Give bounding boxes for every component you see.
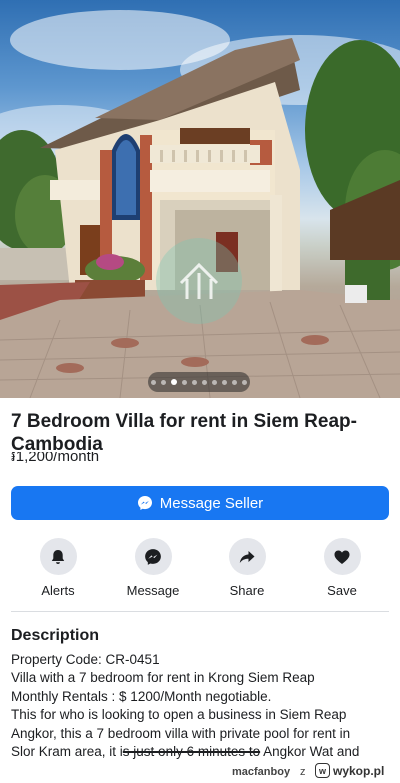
description-body: Property Code: CR-0451 Villa with a 7 be…	[11, 651, 396, 761]
villa-photo-illustration	[0, 10, 400, 398]
pager-dot[interactable]	[192, 379, 197, 385]
share-button[interactable]: Share	[207, 538, 287, 598]
house-logo-icon	[179, 262, 219, 299]
watermark-logo	[156, 238, 242, 324]
section-divider	[11, 611, 389, 612]
image-watermark-footer: macfanboy z w wykop.pl	[0, 760, 400, 783]
action-bar: Alerts Message Share Save	[0, 538, 400, 600]
pager-dot[interactable]	[161, 379, 166, 385]
description-text: Angkor Wat and	[260, 744, 360, 760]
alerts-button[interactable]: Alerts	[18, 538, 98, 598]
pager-dot[interactable]	[182, 379, 187, 385]
message-button[interactable]: Message	[113, 538, 193, 598]
listing-title: 7 Bedroom Villa for rent in Siem Reap-Ca…	[11, 411, 357, 455]
watermark-separator: z	[300, 766, 306, 778]
messenger-icon	[137, 495, 153, 511]
message-seller-label: Message Seller	[159, 494, 264, 512]
message-seller-button[interactable]: Message Seller	[11, 486, 389, 520]
listing-photo[interactable]	[0, 0, 400, 398]
pager-dot[interactable]	[212, 379, 217, 385]
pager-dot[interactable]	[222, 379, 227, 385]
pager-dot[interactable]	[242, 379, 247, 385]
pager-dot[interactable]	[171, 379, 177, 385]
description-heading: Description	[11, 627, 100, 644]
description-text: Slor Kram area, it i	[11, 744, 123, 760]
site-brand: w wykop.pl	[315, 763, 384, 778]
description-line: Property Code: CR-0451	[11, 652, 160, 667]
save-button[interactable]: Save	[302, 538, 382, 598]
pager-dot[interactable]	[151, 379, 156, 385]
messenger-icon	[145, 548, 161, 565]
share-label: Share	[229, 583, 265, 598]
message-label: Message	[126, 583, 180, 598]
pager-dot[interactable]	[232, 379, 237, 385]
site-brand-text: wykop.pl	[333, 763, 385, 778]
save-label: Save	[327, 583, 357, 598]
heart-icon	[334, 550, 350, 564]
pager-dot[interactable]	[202, 379, 207, 385]
description-line: Angkor, this a 7 bedroom villa with priv…	[11, 725, 351, 741]
bell-icon	[51, 549, 65, 564]
wykop-logo-icon: w	[315, 763, 330, 778]
alerts-icon-circle	[39, 538, 77, 575]
uploader-username: macfanboy	[232, 766, 291, 778]
description-line: Slor Kram area, it is just only 6 minute…	[11, 743, 396, 761]
alerts-label: Alerts	[41, 583, 75, 598]
share-arrow-icon	[239, 550, 255, 563]
photo-pager[interactable]	[148, 372, 250, 392]
description-line: Monthly Rentals : $ 1200/Month negotiabl…	[11, 688, 272, 704]
listing-price: ៛1,200/month	[11, 452, 100, 465]
save-icon-circle	[323, 538, 361, 575]
description-line: Villa with a 7 bedroom for rent in Krong…	[11, 670, 315, 686]
description-line: This for who is looking to open a busine…	[11, 707, 347, 723]
share-icon-circle	[228, 538, 266, 575]
struck-text: s just only 6 minutes to	[122, 744, 261, 760]
message-icon-circle	[134, 538, 172, 575]
